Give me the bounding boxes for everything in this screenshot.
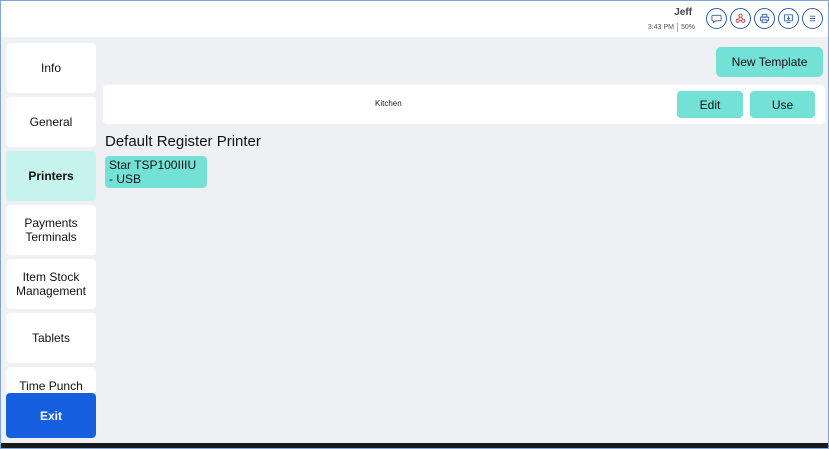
network-icon[interactable] [730,8,751,29]
chat-icon[interactable] [706,8,727,29]
user-name: Jeff [674,7,692,18]
clock-time: 3:43 PM [647,24,674,31]
new-template-button[interactable]: New Template [716,47,823,77]
sidebar-item-general[interactable]: General [6,97,96,147]
exit-button[interactable]: Exit [6,393,96,438]
status-row: 3:43 PM 50% [648,23,695,32]
default-printer-button[interactable]: Star TSP100IIIU - USB [105,156,207,188]
sidebar-item-item-stock-management[interactable]: Item Stock Management [6,259,96,309]
use-template-button[interactable]: Use [750,91,815,118]
template-row-kitchen: Kitchen Edit Use [103,85,825,124]
print-icon[interactable] [754,8,775,29]
sidebar-item-info[interactable]: Info [6,43,96,93]
display-icon[interactable] [778,8,799,29]
default-printer-heading: Default Register Printer [105,133,261,150]
sidebar-item-tablets[interactable]: Tablets [6,313,96,363]
sidebar-item-printers[interactable]: Printers [6,151,96,201]
menu-icon[interactable] [802,8,823,29]
top-bar: Jeff 3:43 PM 50% [1,1,828,37]
battery-level: 50% [680,24,695,31]
header-icon-group [706,8,823,29]
template-name: Kitchen [375,99,402,108]
sidebar-item-payments-terminals[interactable]: Payments Terminals [6,205,96,255]
status-divider [676,23,678,32]
edit-template-button[interactable]: Edit [677,91,743,118]
bottom-bar [1,443,828,448]
